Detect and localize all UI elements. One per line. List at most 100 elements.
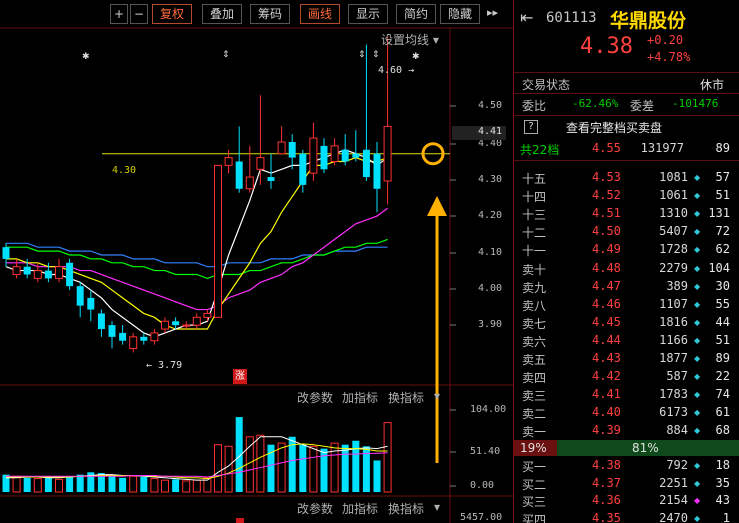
level-lvl: 卖三 <box>522 389 547 404</box>
volume-tick-label: 0.00 <box>470 480 495 491</box>
level-px: 4.52 <box>592 188 621 203</box>
stock-name: 华鼎股份 <box>610 10 687 32</box>
event-arrow-icon[interactable]: ⇕ <box>358 50 366 60</box>
volume-bar-down <box>341 444 349 492</box>
star-marker-icon[interactable]: ✱ <box>412 52 420 62</box>
zoom-in-button[interactable]: + <box>110 4 128 24</box>
order-level-row[interactable]: 卖六 4.44 1166 ◆ 51 <box>514 332 739 350</box>
candle-body-down <box>341 149 349 162</box>
overlay-button[interactable]: 叠加 <box>202 4 242 24</box>
order-level-row[interactable]: 买四 4.35 2470 ◆ 1 <box>514 510 739 523</box>
order-level-row[interactable]: 卖三 4.41 1783 ◆ 74 <box>514 386 739 404</box>
indicator-link[interactable]: 改参数 <box>297 389 333 406</box>
level-px: 4.50 <box>592 224 621 239</box>
indicator-link[interactable]: 换指标 <box>388 389 424 406</box>
volume-ma-yellow <box>6 443 388 480</box>
adjust-button[interactable]: 复权 <box>152 4 192 24</box>
volume-bar-up <box>224 445 233 493</box>
candle-body-down <box>140 336 148 341</box>
volume-ma-white <box>6 436 388 481</box>
level-vol: 5407 <box>659 224 688 239</box>
order-level-row[interactable]: 卖五 4.43 1877 ◆ 89 <box>514 350 739 368</box>
order-level-row[interactable]: 买二 4.37 2251 ◆ 35 <box>514 475 739 493</box>
level-lvl: 卖九 <box>522 280 547 295</box>
toolbar-expand-icon[interactable]: ▸▸ <box>487 6 498 19</box>
help-icon[interactable]: ? <box>524 120 538 134</box>
level-cnt: 35 <box>715 475 730 490</box>
price-tick-label: 4.10 <box>478 247 503 258</box>
candle-body-up <box>192 316 201 326</box>
candle-body-down <box>87 297 95 310</box>
volume-bar-up <box>256 434 265 493</box>
order-level-row[interactable]: 卖一 4.39 884 ◆ 68 <box>514 422 739 440</box>
level-vol: 1107 <box>659 296 688 311</box>
status-label: 交易状态 <box>522 78 571 92</box>
order-level-row[interactable]: 卖十 4.48 2279 ◆ 104 <box>514 260 739 278</box>
chips-button[interactable]: 筹码 <box>250 4 290 24</box>
draw-line-button[interactable]: 画线 <box>300 4 340 24</box>
display-button[interactable]: 显示 <box>348 4 388 24</box>
ma-settings-button[interactable]: 设置均线 ▾ <box>381 31 439 48</box>
order-book-panel: ⇤ 601113 华鼎股份 4.38 +0.20 +4.78% 交易状态 休市 … <box>513 0 739 523</box>
order-level-row[interactable]: 十三 4.51 1310 ◆ 131 <box>514 205 739 223</box>
volume-bar-up <box>182 480 191 493</box>
level-vol: 2251 <box>659 475 688 490</box>
wc-label: 委差 <box>630 99 655 113</box>
level-cnt: 1 <box>722 510 730 523</box>
candle-body-up <box>330 145 339 162</box>
order-level-row[interactable]: 十五 4.53 1081 ◆ 57 <box>514 169 739 187</box>
indicator-link[interactable]: 改参数 <box>297 500 333 517</box>
order-level-row[interactable]: 卖二 4.40 6173 ◆ 61 <box>514 404 739 422</box>
star-marker-icon[interactable]: ✱ <box>82 52 90 62</box>
candle-body-down <box>23 266 31 275</box>
order-level-row[interactable]: 卖七 4.45 1816 ◆ 44 <box>514 314 739 332</box>
ma-line-ma120 <box>6 242 388 268</box>
level-lvl: 十三 <box>522 208 547 223</box>
level-vol: 1081 <box>659 170 688 184</box>
order-level-row[interactable]: 卖四 4.42 587 ◆ 22 <box>514 368 739 386</box>
total-levels-label: 共22档 <box>520 143 560 157</box>
order-level-row[interactable]: 十四 4.52 1061 ◆ 51 <box>514 187 739 205</box>
simple-button[interactable]: 简约 <box>396 4 436 24</box>
volume-bar-up <box>150 478 159 493</box>
indicator-link[interactable]: 加指标 <box>342 389 378 406</box>
order-level-row[interactable]: 卖八 4.46 1107 ◆ 55 <box>514 296 739 314</box>
level-lvl: 买二 <box>522 477 547 492</box>
order-level-row[interactable]: 卖九 4.47 389 ◆ 30 <box>514 278 739 296</box>
volume-bar-up <box>383 422 392 493</box>
volume-bar-down <box>76 474 84 492</box>
level-px: 4.38 <box>592 458 621 472</box>
level-px: 4.44 <box>592 332 621 347</box>
level-vol: 1783 <box>659 387 688 402</box>
hide-button[interactable]: 隐藏 <box>440 4 480 24</box>
limit-up-tag: 涨 <box>233 369 247 384</box>
level-vol: 1816 <box>659 314 688 329</box>
order-level-row[interactable]: 买一 4.38 792 ◆ 18 <box>514 457 739 475</box>
volume-bar-down <box>172 479 180 492</box>
indicator-link[interactable]: 加指标 <box>342 500 378 517</box>
kline-chart[interactable] <box>0 0 513 523</box>
last-price: 4.38 <box>580 34 633 59</box>
level-px: 4.48 <box>592 260 621 275</box>
volume-bar-down <box>44 477 52 492</box>
event-arrow-icon[interactable]: ⇕ <box>372 50 380 60</box>
candle-body-up <box>161 320 169 330</box>
chevron-down-icon[interactable]: ▾ <box>434 389 440 403</box>
order-level-row[interactable]: 十二 4.50 5407 ◆ 72 <box>514 223 739 241</box>
price-change-pct: +4.78% <box>647 50 691 64</box>
level-cnt: 51 <box>715 188 730 203</box>
level-cnt: 89 <box>715 351 730 365</box>
order-level-row[interactable]: 十一 4.49 1728 ◆ 62 <box>514 241 739 259</box>
full-book-link[interactable]: 查看完整档买卖盘 <box>566 119 662 136</box>
level-px: 4.36 <box>592 493 621 507</box>
hline-price-label: 4.30 <box>112 165 137 176</box>
level-px: 4.37 <box>592 475 621 490</box>
order-level-row[interactable]: 买三 4.36 2154 ◆ 43 <box>514 492 739 510</box>
zoom-out-button[interactable]: − <box>130 4 148 24</box>
indicator-link[interactable]: 换指标 <box>388 500 424 517</box>
diamond-icon: ◆ <box>694 263 701 273</box>
arrow-icon[interactable]: ⇤ <box>520 8 533 27</box>
price-change: +0.20 <box>647 33 684 47</box>
event-arrow-icon[interactable]: ⇕ <box>222 50 230 60</box>
chevron-down-icon[interactable]: ▾ <box>434 500 440 514</box>
